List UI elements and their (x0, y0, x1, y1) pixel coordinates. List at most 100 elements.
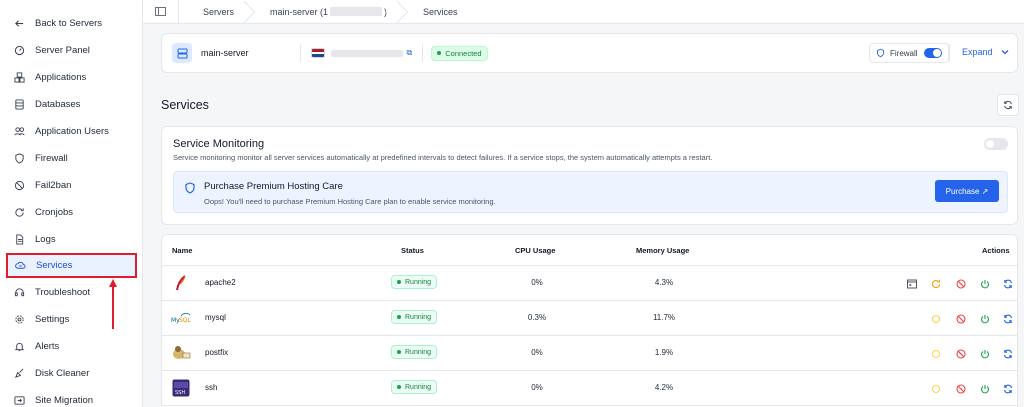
stop-icon[interactable] (955, 278, 966, 289)
divider (299, 44, 301, 62)
firewall-switch[interactable] (923, 48, 942, 58)
column-header-memory: Memory Usage (636, 246, 690, 255)
sidebar-item-back-to-servers[interactable]: Back to Servers (7, 11, 135, 35)
cubes-icon (13, 71, 25, 83)
sidebar-item-label: Server Panel (35, 44, 90, 56)
table-row: apache2 Running 0% 4.3% (162, 266, 1017, 301)
restart-icon[interactable] (930, 313, 941, 324)
status-dot (397, 280, 401, 284)
sidebar-item-server-panel[interactable]: Server Panel (7, 38, 135, 62)
sidebar-item-fail2ban[interactable]: Fail2ban (7, 173, 135, 197)
column-header-status: Status (401, 246, 424, 255)
service-name: apache2 (205, 278, 236, 287)
expand-button[interactable]: Expand (962, 47, 1009, 57)
chevron-down-icon (1001, 49, 1009, 55)
power-icon[interactable] (979, 348, 990, 359)
breadcrumb: Servers main-server (1 ) Services (143, 0, 1024, 24)
table-row: postfix Running 0% 1.9% (162, 336, 1017, 371)
sidebar-item-label: Alerts (35, 340, 60, 352)
sidebar-item-label: Site Migration (35, 394, 94, 406)
cpu-usage: 0.3% (527, 313, 547, 322)
status-dot (437, 51, 442, 55)
sidebar-item-site-migration[interactable]: Site Migration (7, 388, 135, 407)
power-icon[interactable] (979, 383, 990, 394)
promo-title: Purchase Premium Hosting Care (204, 181, 343, 192)
postfix-logo-icon (171, 343, 191, 363)
sidebar-item-cronjobs[interactable]: Cronjobs (7, 200, 135, 224)
broom-icon (13, 367, 25, 379)
divider (949, 44, 950, 62)
sidebar-item-label: Fail2ban (35, 179, 72, 191)
service-monitoring-card: Service Monitoring Service monitoring mo… (161, 126, 1018, 225)
shield-icon (876, 48, 885, 58)
restart-icon[interactable] (930, 348, 941, 359)
sidebar-item-logs[interactable]: Logs (7, 227, 135, 251)
stop-icon[interactable] (955, 383, 966, 394)
memory-usage: 4.2% (654, 383, 674, 392)
sidebar-item-label: Back to Servers (35, 17, 103, 29)
stop-icon[interactable] (955, 348, 966, 359)
server-icon (172, 43, 192, 63)
status-badge: Running (391, 275, 437, 289)
sidebar-item-label: Disk Cleaner (35, 367, 90, 379)
status-badge: Connected (431, 45, 488, 61)
power-icon[interactable] (979, 278, 990, 289)
status-dot (397, 385, 401, 389)
status-badge: Running (391, 310, 437, 324)
ssh-logo-icon: SSH (171, 378, 191, 398)
bell-icon (13, 340, 25, 352)
restart-icon[interactable] (930, 383, 941, 394)
copy-icon[interactable]: ⧉ (407, 48, 413, 58)
breadcrumb-servers[interactable]: Servers (179, 0, 246, 24)
cpu-usage: 0% (531, 278, 543, 287)
status-dot (397, 350, 401, 354)
memory-usage: 1.9% (654, 348, 674, 357)
sidebar-toggle-icon[interactable] (143, 0, 179, 24)
purchase-button[interactable]: Purchase ↗ (935, 180, 999, 202)
table-row: My SQL mysql Running 0.3% 11.7% (162, 301, 1017, 336)
file-icon (13, 233, 25, 245)
sidebar-item-label: Databases (35, 98, 81, 110)
svg-text:SSH: SSH (175, 390, 185, 396)
sidebar-item-label: Firewall (35, 152, 68, 164)
power-icon[interactable] (979, 313, 990, 324)
refresh-button[interactable] (997, 94, 1019, 116)
sidebar-item-label: Troubleshoot (35, 286, 91, 298)
service-name: ssh (205, 383, 218, 392)
sidebar-item-label: Applications (35, 71, 87, 83)
sidebar-item-databases[interactable]: Databases (7, 92, 135, 116)
sidebar-item-alerts[interactable]: Alerts (7, 334, 135, 358)
terminal-icon[interactable] (906, 278, 917, 289)
reload-icon[interactable] (1002, 348, 1013, 359)
memory-usage: 11.7% (652, 313, 676, 322)
monitoring-title: Service Monitoring (173, 138, 265, 150)
sidebar-item-label: Logs (35, 233, 56, 245)
database-icon (13, 98, 25, 110)
breadcrumb-server[interactable]: main-server (1 ) (246, 0, 399, 24)
shield-icon (184, 181, 196, 194)
monitoring-toggle[interactable] (984, 138, 1008, 150)
monitoring-description: Service monitoring monitor all server se… (173, 153, 713, 162)
server-name: main-server (201, 48, 249, 58)
column-header-cpu: CPU Usage (515, 246, 556, 255)
status-dot (397, 315, 401, 319)
column-header-name: Name (172, 246, 193, 255)
reload-icon[interactable] (1002, 383, 1013, 394)
firewall-toggle[interactable]: Firewall (869, 43, 949, 63)
sidebar-item-firewall[interactable]: Firewall (7, 146, 135, 170)
restart-icon[interactable] (930, 278, 941, 289)
sidebar-item-application-users[interactable]: Application Users (7, 119, 135, 143)
divider (422, 44, 424, 62)
stop-icon[interactable] (955, 313, 966, 324)
redacted-ip (330, 7, 383, 16)
promo-description: Oops! You'll need to purchase Premium Ho… (204, 197, 496, 206)
sidebar-item-services[interactable]: Services (6, 253, 137, 278)
services-table: Name Status CPU Usage Memory Usage Actio… (161, 234, 1018, 407)
reload-icon[interactable] (1002, 278, 1013, 289)
sidebar-item-label: Services (36, 260, 73, 271)
sidebar-item-applications[interactable]: Applications (7, 65, 135, 89)
reload-icon[interactable] (1002, 313, 1013, 324)
headset-icon (13, 286, 25, 298)
table-row: SSH ssh Running 0% 4.2% (162, 371, 1017, 406)
sidebar-item-disk-cleaner[interactable]: Disk Cleaner (7, 361, 135, 385)
